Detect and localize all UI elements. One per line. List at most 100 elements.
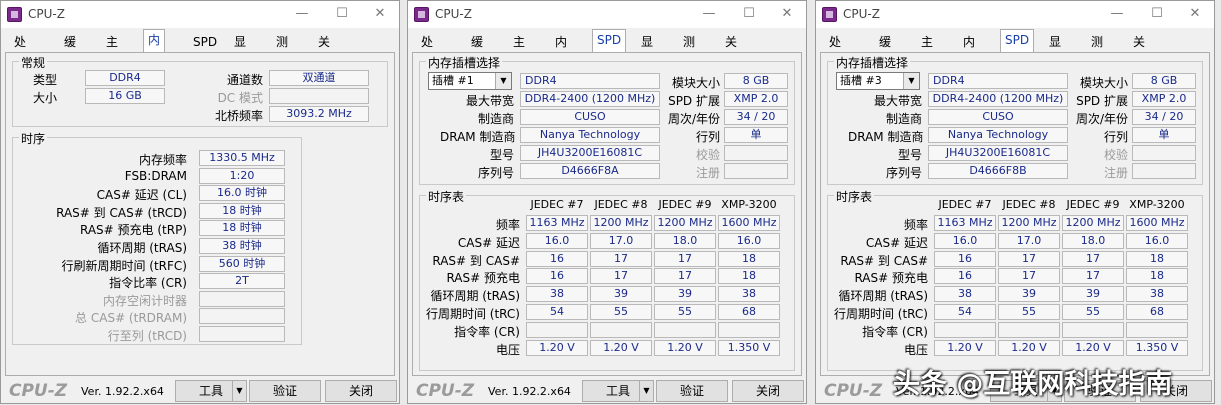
window-title: CPU-Z [435, 7, 472, 21]
close-icon[interactable]: ✕ [365, 3, 395, 25]
tab-mainboard[interactable]: 主板 [101, 31, 123, 70]
timing-cell: 55 [654, 304, 716, 320]
close-icon[interactable]: ✕ [772, 3, 802, 25]
max-bandwidth-value: DDR4-2400 (1200 MHz) [928, 91, 1068, 107]
tab-memory[interactable]: 内存 [550, 31, 572, 70]
timing-cell: 18.0 [654, 232, 716, 249]
chevron-down-icon[interactable]: ▼ [495, 73, 511, 89]
part-number-value: JH4U3200E16081C [520, 145, 660, 161]
serial-value: D4666F8B [928, 163, 1068, 179]
tab-cache[interactable]: 缓存 [874, 31, 896, 70]
timing-row-label: 行周期时间 (tRC) [833, 307, 928, 321]
slot-select[interactable]: 插槽 #3 ▼ [836, 72, 920, 90]
tab-about[interactable]: 关于 [313, 31, 335, 70]
tab-graphics[interactable]: 显卡 [229, 31, 251, 70]
timing-cell [526, 321, 588, 338]
tab-mainboard[interactable]: 主板 [916, 31, 938, 70]
close-icon[interactable]: ✕ [1180, 3, 1210, 25]
timing-cell: 54 [934, 304, 996, 320]
tools-button[interactable]: 工具 ▼ [582, 380, 654, 402]
minimize-icon[interactable]: — [287, 3, 317, 25]
tab-about[interactable]: 关于 [1128, 31, 1150, 70]
minimize-icon[interactable]: — [1102, 3, 1132, 25]
timing-value: 1330.5 MHz [199, 150, 285, 166]
general-group: 常规 类型 DDR4 大小 16 GB 通道数 双通道 DC 模式 北桥频率 3… [12, 54, 388, 127]
tab-memory[interactable]: 内存 [143, 29, 166, 68]
tab-memory[interactable]: 内存 [958, 31, 980, 70]
version-label: Ver. 1.92.2.x64 [81, 385, 164, 398]
timing-title: 时序 [19, 130, 48, 147]
channel-value: 双通道 [269, 70, 369, 86]
validate-button[interactable]: 验证 [656, 380, 728, 402]
tab-graphics[interactable]: 显卡 [1044, 31, 1066, 70]
minimize-icon[interactable]: — [694, 3, 724, 25]
general-title: 常规 [19, 54, 48, 71]
timing-cell: 16.0 [526, 232, 588, 249]
dram-manufacturer-value: Nanya Technology [928, 127, 1068, 143]
timing-value: 560 时钟 [199, 255, 285, 272]
part-number-label: 型号 [897, 148, 922, 162]
timing-label: 总 CAS# (tRDRAM) [75, 311, 187, 326]
tab-graphics[interactable]: 显卡 [636, 31, 658, 70]
timing-row-label: 频率 [903, 218, 928, 232]
timing-cell: 1.20 V [526, 339, 588, 356]
close-button[interactable]: 关闭 [732, 380, 804, 402]
maximize-icon[interactable]: ☐ [734, 3, 764, 25]
registered-value [1132, 163, 1196, 179]
timing-cell: 16 [934, 268, 996, 285]
tab-cpu[interactable]: 处理器 [416, 31, 438, 91]
tools-button[interactable]: 工具 ▼ [175, 380, 247, 402]
slot-select-value: 插槽 #3 [840, 74, 882, 87]
tab-cache[interactable]: 缓存 [59, 31, 81, 70]
window-title: CPU-Z [843, 7, 880, 21]
tab-cache[interactable]: 缓存 [466, 31, 488, 70]
timing-row-label: 频率 [495, 218, 520, 232]
registered-label: 注册 [695, 166, 720, 180]
max-bandwidth-label: 最大带宽 [873, 94, 922, 108]
tab-about[interactable]: 关于 [720, 31, 742, 70]
manufacturer-value: CUSO [928, 109, 1068, 125]
tab-cpu[interactable]: 处理器 [9, 31, 31, 91]
timing-cell: 1.20 V [654, 339, 716, 356]
rank-value: 单 [724, 127, 788, 143]
timing-column-header: JEDEC #7 [530, 198, 584, 211]
timing-value: 18 时钟 [199, 202, 285, 219]
timing-cell [1062, 321, 1124, 338]
check-value [724, 145, 788, 161]
maximize-icon[interactable]: ☐ [327, 3, 357, 25]
dc-mode-label: DC 模式 [217, 91, 263, 105]
tab-spd[interactable]: SPD [592, 29, 627, 54]
timing-cell: 17.0 [590, 232, 652, 249]
maximize-icon[interactable]: ☐ [1142, 3, 1172, 25]
tab-mainboard[interactable]: 主板 [508, 31, 530, 70]
check-label: 校验 [1103, 148, 1128, 162]
timing-cell: 39 [1062, 286, 1124, 303]
timing-value [199, 308, 285, 325]
spd-ext-label: SPD 扩展 [668, 94, 720, 108]
close-button[interactable]: 关闭 [325, 380, 397, 402]
chevron-down-icon[interactable]: ▼ [903, 73, 919, 89]
week-year-label: 周次/年份 [1075, 112, 1128, 126]
validate-button[interactable]: 验证 [249, 380, 321, 402]
timing-row-label: CAS# 延迟 [865, 235, 928, 250]
manufacturer-label: 制造商 [477, 112, 514, 126]
tab-spd[interactable]: SPD [1000, 29, 1035, 54]
slot-group-title: 内存插槽选择 [834, 54, 911, 71]
timing-cell: 39 [590, 286, 652, 303]
tab-cpu[interactable]: 处理器 [824, 31, 846, 91]
spd-panel: 内存插槽选择 插槽 #3 ▼ DDR4 模块大小 8 GB 最大带宽 DDR4-… [820, 52, 1210, 376]
slot-select[interactable]: 插槽 #1 ▼ [428, 72, 512, 90]
dropdown-arrow-icon[interactable]: ▼ [639, 381, 653, 401]
spd-ext-label: SPD 扩展 [1076, 94, 1128, 108]
tab-bench[interactable]: 测试 [271, 31, 293, 70]
timing-cell: 1600 MHz [718, 215, 780, 231]
timing-label: FSB:DRAM [124, 168, 187, 183]
timing-column-header: XMP-3200 [721, 198, 777, 211]
spd-panel: 内存插槽选择 插槽 #1 ▼ DDR4 模块大小 8 GB 最大带宽 DDR4-… [412, 52, 802, 376]
tab-bench[interactable]: 测试 [678, 31, 700, 70]
type-label: 类型 [33, 73, 58, 87]
tab-bench[interactable]: 测试 [1086, 31, 1108, 70]
tab-spd[interactable]: SPD [188, 31, 222, 53]
dropdown-arrow-icon[interactable]: ▼ [232, 381, 246, 401]
timing-row-label: RAS# 预充电 [854, 271, 928, 286]
